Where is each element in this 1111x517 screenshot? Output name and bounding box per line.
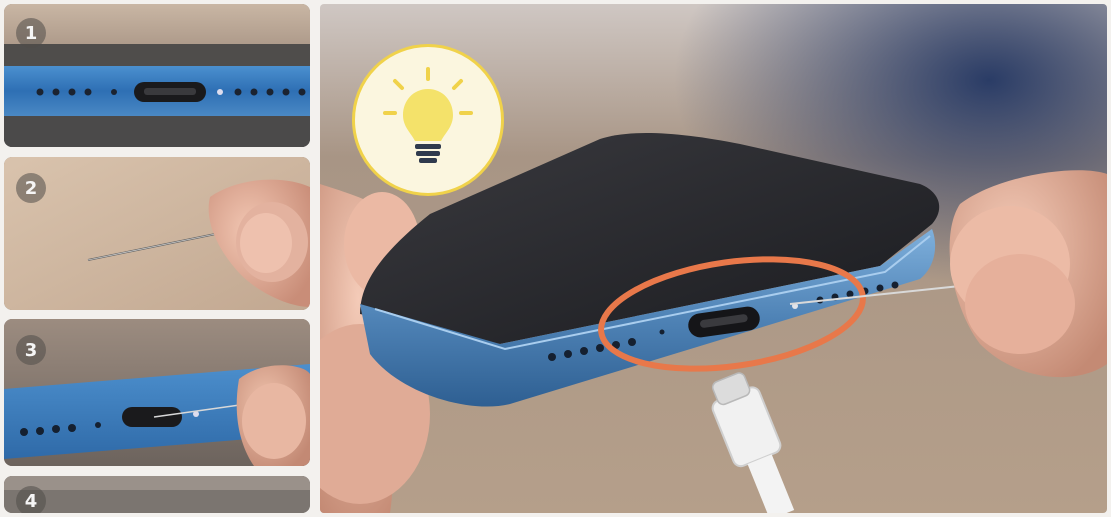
- tip-badge: [352, 44, 504, 196]
- step-panel-1: 1: [4, 4, 310, 147]
- tutorial-image: 1 2 3 4: [0, 0, 1111, 517]
- step-3-photo: [4, 319, 310, 466]
- step-number-2: 2: [16, 173, 46, 203]
- step-4-photo: [4, 476, 310, 513]
- lightbulb-icon: [383, 67, 473, 163]
- step-2-photo: [4, 157, 310, 310]
- step-number-1: 1: [16, 18, 46, 48]
- step-strip: 1 2 3 4: [4, 4, 310, 513]
- step-panel-4: 4: [4, 476, 310, 513]
- step-panel-2: 2: [4, 157, 310, 310]
- step-panel-3: 3: [4, 319, 310, 466]
- step-number-4: 4: [16, 486, 46, 513]
- main-photo: [320, 4, 1107, 513]
- step-1-photo: [4, 4, 310, 147]
- step-number-3: 3: [16, 335, 46, 365]
